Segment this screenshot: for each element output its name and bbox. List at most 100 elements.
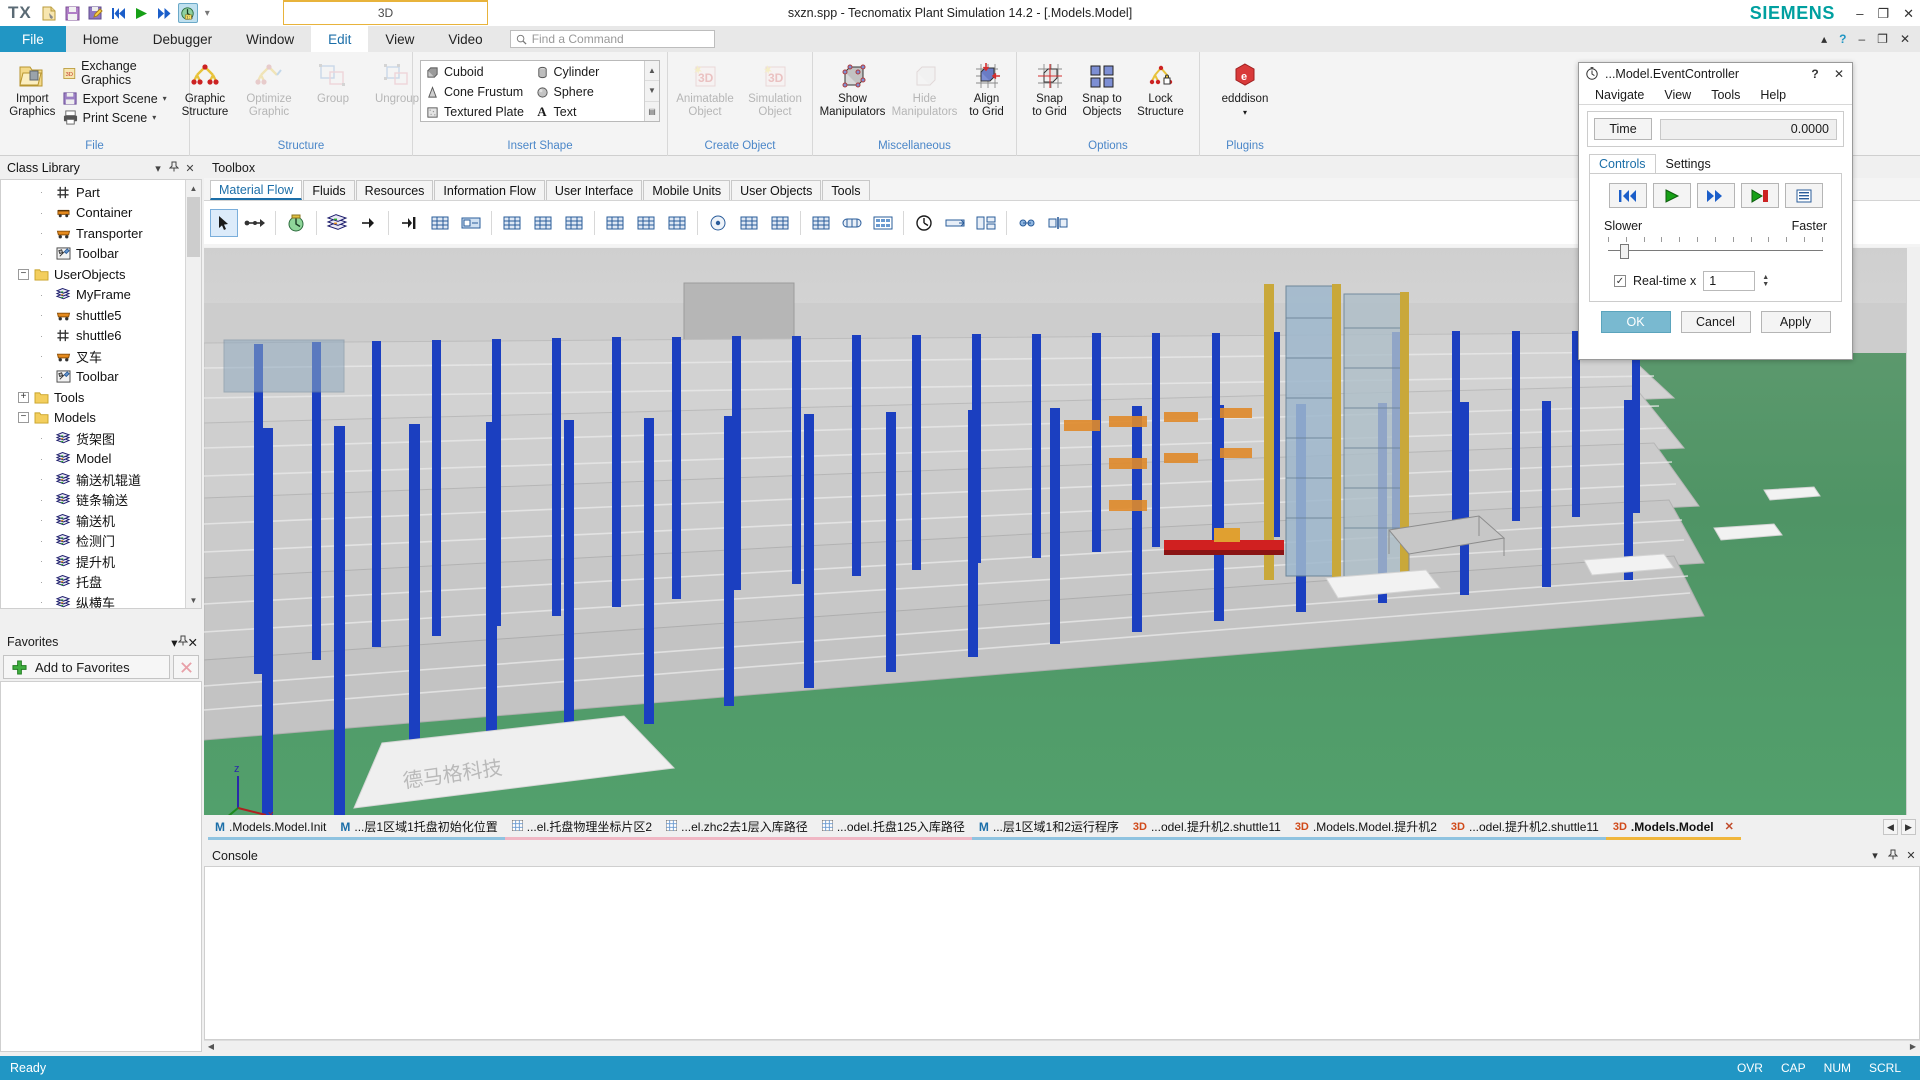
- restore-button[interactable]: ❐: [1877, 7, 1889, 20]
- export-scene-button[interactable]: Export Scene ▾: [59, 90, 183, 107]
- document-tab-6[interactable]: 3D ...odel.提升机2.shuttle11: [1125, 816, 1288, 840]
- align-to-grid-button[interactable]: Align to Grid: [961, 56, 1013, 119]
- toolbox-tab-fluids[interactable]: Fluids: [303, 180, 355, 200]
- gallery-item-cuboid[interactable]: Cuboid: [423, 62, 533, 82]
- gallery-item-cylinder[interactable]: Cylinder: [533, 62, 643, 82]
- tree-item-UserObjects[interactable]: − UserObjects: [1, 264, 201, 285]
- tree-item-纵横车[interactable]: · 纵横车: [1, 592, 201, 608]
- tree-item-叉车[interactable]: · 叉车: [1, 346, 201, 367]
- toolbox-tab-user-interface[interactable]: User Interface: [545, 180, 643, 200]
- close-icon[interactable]: ✕: [1902, 849, 1920, 862]
- event-list-button[interactable]: [1784, 183, 1823, 208]
- tree-item-Part[interactable]: · Part: [1, 182, 201, 203]
- show-manipulators-button[interactable]: Show Manipulators: [817, 56, 889, 119]
- gallery-item-cone-frustum[interactable]: Cone Frustum: [423, 82, 533, 102]
- start-button[interactable]: [1652, 183, 1691, 208]
- doctab-prev-button[interactable]: ◀: [1883, 819, 1898, 835]
- tree-item-货架图[interactable]: · 货架图: [1, 428, 201, 449]
- tree-scrollbar[interactable]: ▲ ▼: [185, 180, 201, 608]
- tree-item-检测门[interactable]: · 检测门: [1, 531, 201, 552]
- turnplate-icon[interactable]: [735, 209, 763, 237]
- dialog-help-button[interactable]: ?: [1806, 67, 1824, 81]
- tree-expander[interactable]: −: [18, 268, 29, 280]
- tree-item-shuttle5[interactable]: · shuttle5: [1, 305, 201, 326]
- animatable-object-button[interactable]: 3D Animatable Object: [670, 56, 740, 119]
- close-button[interactable]: ✕: [1903, 7, 1914, 20]
- document-tab-5[interactable]: M ...层1区域1和2运行程序: [971, 816, 1126, 840]
- doc-restore-icon[interactable]: ❐: [1877, 32, 1888, 46]
- gallery-expand-icon[interactable]: ▤: [645, 101, 659, 121]
- add-to-favorites-button[interactable]: Add to Favorites: [3, 655, 170, 679]
- tree-item-输送机辊道[interactable]: · 输送机辊道: [1, 469, 201, 490]
- document-tab-0[interactable]: M .Models.Model.Init: [208, 816, 334, 840]
- station-icon[interactable]: [457, 209, 485, 237]
- document-tab-8[interactable]: 3D ...odel.提升机2.shuttle11: [1443, 816, 1606, 840]
- pin-icon[interactable]: [1884, 849, 1902, 863]
- buffer-icon[interactable]: [838, 209, 866, 237]
- angular-converter-icon[interactable]: [663, 209, 691, 237]
- event-controller-dialog[interactable]: ...Model.EventController ? ✕ Navigate Vie…: [1578, 62, 1853, 360]
- pin-icon[interactable]: [177, 635, 188, 649]
- dismantle-icon[interactable]: [560, 209, 588, 237]
- realtime-icon[interactable]: 1:1: [177, 3, 198, 23]
- doc-minimize-icon[interactable]: –: [1858, 32, 1865, 46]
- fast-forward-button[interactable]: [1696, 183, 1735, 208]
- shape-gallery[interactable]: Cuboid Cylinder Cone Frustum Sphere Text…: [420, 60, 660, 122]
- track-icon[interactable]: [632, 209, 660, 237]
- dialog-menu-help[interactable]: Help: [1750, 88, 1796, 102]
- gallery-item-text[interactable]: A Text: [533, 102, 643, 122]
- dialog-menu-view[interactable]: View: [1654, 88, 1701, 102]
- realtime-checkbox[interactable]: ✓: [1614, 275, 1626, 287]
- gallery-item-sphere[interactable]: Sphere: [533, 82, 643, 102]
- menu-view[interactable]: View: [368, 26, 431, 52]
- assembly-station-icon[interactable]: [529, 209, 557, 237]
- line-icon[interactable]: [941, 209, 969, 237]
- cancel-button[interactable]: Cancel: [1680, 311, 1751, 333]
- import-graphics-button[interactable]: Import Graphics: [6, 56, 59, 119]
- menu-home[interactable]: Home: [66, 26, 136, 52]
- toolbox-tab-resources[interactable]: Resources: [355, 180, 434, 200]
- help-icon[interactable]: ?: [1839, 32, 1846, 46]
- snap-to-grid-button[interactable]: Snap to Grid: [1025, 56, 1075, 119]
- parallel-station-icon[interactable]: [498, 209, 526, 237]
- tree-item-提升机[interactable]: · 提升机: [1, 551, 201, 572]
- tab-controls[interactable]: Controls: [1589, 154, 1656, 173]
- console-hscrollbar[interactable]: ◀ ▶: [204, 1040, 1920, 1052]
- class-library-tree[interactable]: · Part · Container · Transporter · Toolbar − User…: [0, 179, 202, 609]
- optimize-graphic-button[interactable]: Optimize Graphic: [237, 56, 301, 119]
- chevron-down-icon[interactable]: ▾: [1243, 106, 1247, 119]
- document-tab-3d[interactable]: 3D: [283, 0, 488, 25]
- event-controller-icon[interactable]: [282, 209, 310, 237]
- group-button[interactable]: Group: [301, 56, 365, 106]
- separator-icon[interactable]: [1044, 209, 1072, 237]
- toolbox-tab-tools[interactable]: Tools: [822, 180, 870, 200]
- start-icon[interactable]: [132, 3, 152, 23]
- snap-to-objects-button[interactable]: Snap to Objects: [1075, 56, 1130, 119]
- tree-item-Container[interactable]: · Container: [1, 203, 201, 224]
- connector-icon[interactable]: [241, 209, 269, 237]
- menu-debugger[interactable]: Debugger: [136, 26, 229, 52]
- time-value-field[interactable]: 0.0000: [1660, 118, 1837, 140]
- two-lane-track-icon[interactable]: [766, 209, 794, 237]
- lock-structure-button[interactable]: Lock Structure: [1130, 56, 1192, 119]
- toolbox-tab-information-flow[interactable]: Information Flow: [434, 180, 545, 200]
- document-tab-4[interactable]: ...odel.托盘125入库路径: [814, 816, 972, 840]
- gallery-scroll-down-icon[interactable]: ▼: [645, 81, 659, 102]
- select-arrow-icon[interactable]: [210, 208, 238, 237]
- doctab-next-button[interactable]: ▶: [1901, 819, 1916, 835]
- chevron-down-icon[interactable]: ▾: [150, 162, 166, 175]
- console-output[interactable]: [204, 866, 1920, 1040]
- menu-window[interactable]: Window: [229, 26, 311, 52]
- scroll-left-icon[interactable]: ◀: [204, 1042, 218, 1051]
- graphic-structure-button[interactable]: Graphic Structure: [173, 56, 237, 119]
- scroll-right-icon[interactable]: ▶: [1906, 1042, 1920, 1051]
- scroll-thumb[interactable]: [187, 197, 200, 257]
- realtime-spinner[interactable]: ▲ ▼: [1762, 274, 1769, 288]
- speed-slider[interactable]: [1608, 237, 1823, 259]
- tree-item-MyFrame[interactable]: · MyFrame: [1, 285, 201, 306]
- ribbon-collapse-icon[interactable]: ▴: [1821, 32, 1827, 46]
- gallery-scrollbar[interactable]: ▲ ▼ ▤: [644, 61, 659, 121]
- toolbox-tab-mobile-units[interactable]: Mobile Units: [643, 180, 731, 200]
- minimize-button[interactable]: –: [1856, 7, 1863, 20]
- menu-file[interactable]: File: [0, 26, 66, 52]
